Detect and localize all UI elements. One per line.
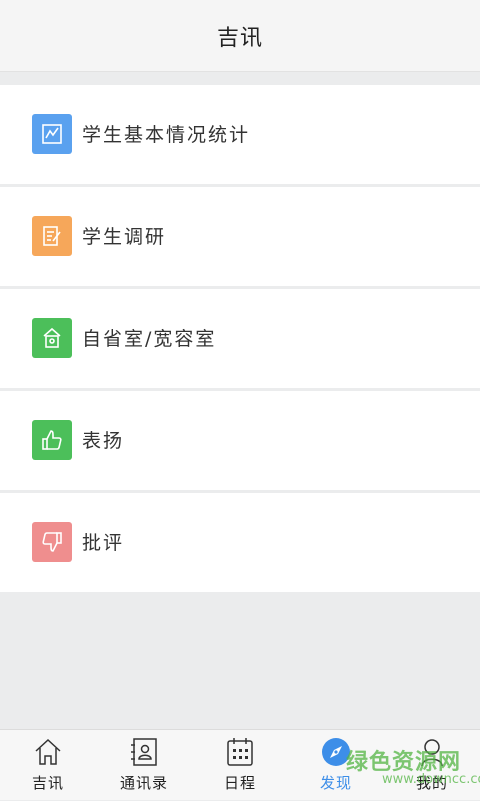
tab-me[interactable]: 我的 [384,730,480,801]
home-outline-icon [35,738,61,765]
tab-jixun[interactable]: 吉讯 [0,730,96,801]
page-title: 吉讯 [216,25,263,51]
home-icon [32,318,72,358]
tab-label: 通讯录 [119,774,168,792]
menu-item-label: 批评 [82,532,125,554]
menu-item-label: 表扬 [82,430,125,452]
menu-item-praise[interactable]: 表扬 [0,391,480,490]
thumbs-down-icon [32,522,72,562]
menu-item-student-stats[interactable]: 学生基本情况统计 [0,85,480,184]
menu-item-student-survey[interactable]: 学生调研 [0,187,480,286]
tab-label: 日程 [223,774,256,792]
menu-list: 学生基本情况统计 学生调研 自省室/宽容室 表扬 批评 [0,85,480,595]
thumbs-up-icon [32,420,72,460]
menu-item-label: 学生调研 [82,226,167,248]
chart-icon [32,114,72,154]
menu-item-label: 学生基本情况统计 [82,124,251,146]
tab-label: 吉讯 [31,774,64,792]
tab-discover[interactable]: 发现 [288,730,384,801]
menu-item-label: 自省室/宽容室 [82,328,217,350]
contacts-icon [131,738,157,766]
tab-schedule[interactable]: 日程 [192,730,288,801]
compass-icon [322,738,350,766]
tab-label: 发现 [319,774,352,792]
menu-item-reflection-room[interactable]: 自省室/宽容室 [0,289,480,388]
bottom-tab-bar: 吉讯 通讯录 日程 发现 我的 [0,729,480,800]
calendar-icon [227,738,253,766]
tab-contacts[interactable]: 通讯录 [96,730,192,801]
menu-item-criticism[interactable]: 批评 [0,493,480,592]
tab-label: 我的 [415,774,448,792]
edit-note-icon [32,216,72,256]
person-icon [421,739,443,767]
top-bar: 吉讯 [0,0,480,72]
